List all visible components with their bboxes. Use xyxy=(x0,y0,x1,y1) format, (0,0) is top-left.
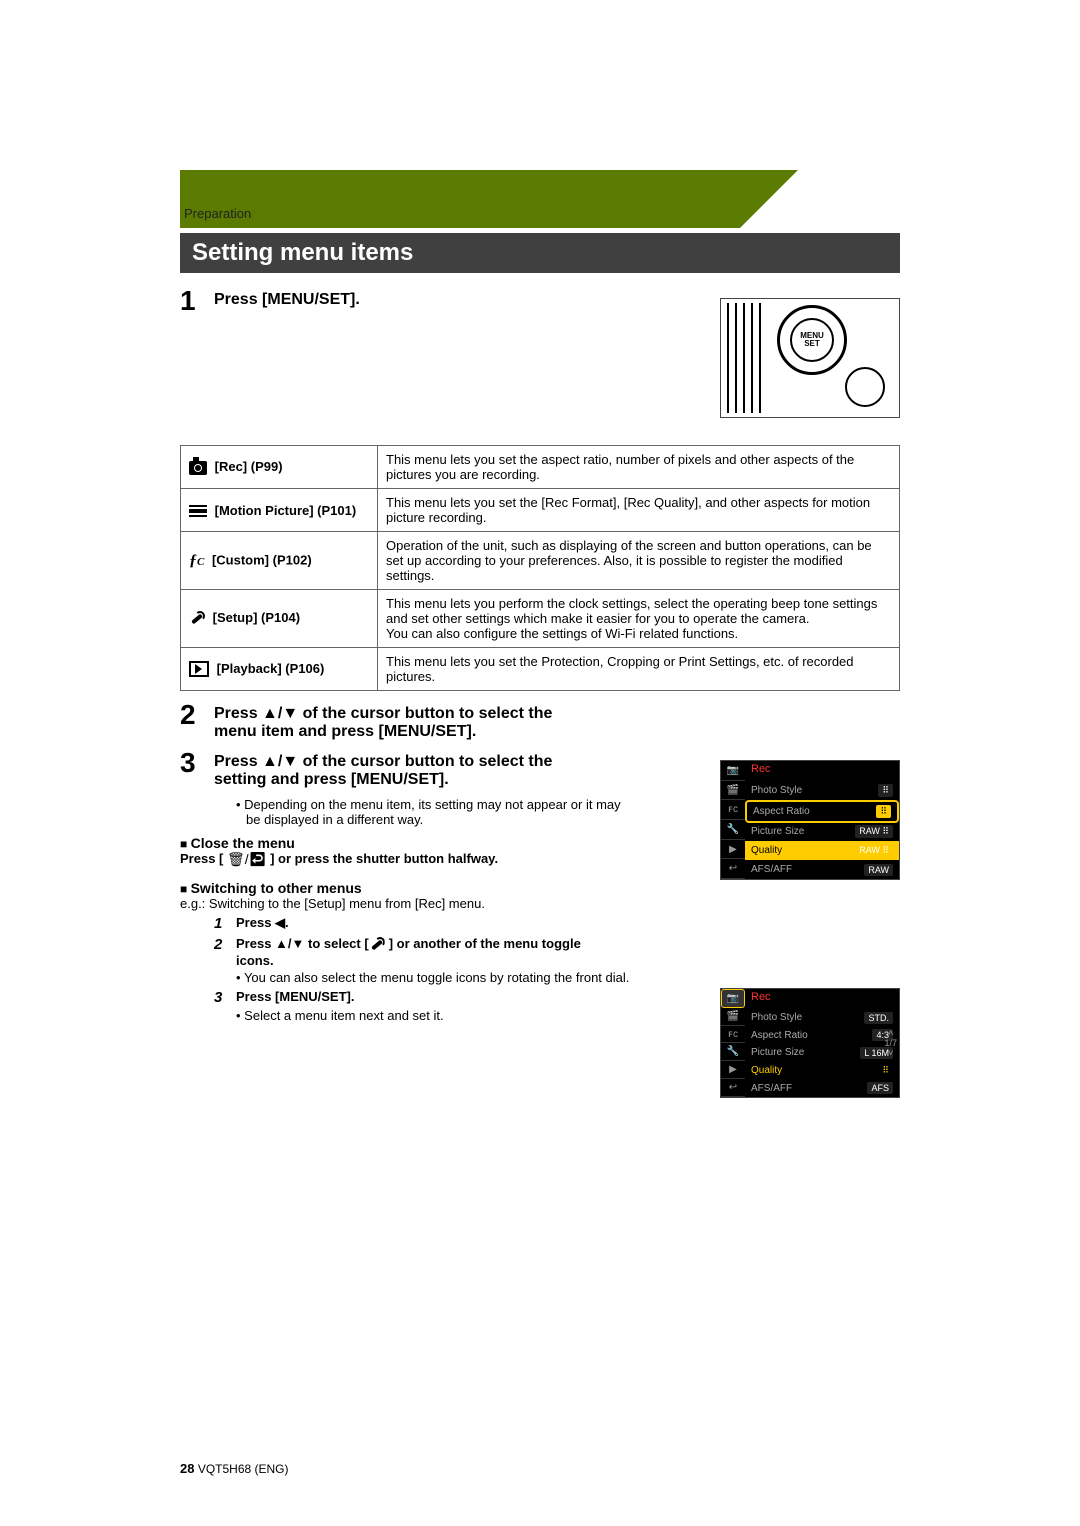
menu-desc: This menu lets you set the aspect ratio,… xyxy=(378,446,900,489)
page-indicator: 1/7 xyxy=(884,1038,897,1048)
lcd-pager: ˄ 1/7 ˅ xyxy=(884,1028,897,1058)
lcd-tab-strip: 📷 🎬 ꜰᴄ 🔧 ▶ ↩ xyxy=(721,761,745,879)
step-text: Press ▲/▼ of the cursor button to select… xyxy=(214,749,560,789)
lcd-row-highlighted: Quality⠿ xyxy=(745,1062,899,1080)
section-label: Preparation xyxy=(180,206,900,221)
sub-step-text: Press ◀. xyxy=(236,915,289,930)
lcd-row: Aspect Ratio4:3 xyxy=(745,1027,899,1045)
lcd-body: Rec Photo Style⠿ Aspect Ratio⠿ Picture S… xyxy=(745,761,899,879)
menu-name: [Custom] (P102) xyxy=(212,552,312,567)
sub-step-number: 1 xyxy=(214,915,236,932)
table-row: [Setup] (P104) This menu lets you perfor… xyxy=(181,590,900,648)
step-number: 2 xyxy=(180,701,214,729)
tab-icon: 📷 xyxy=(721,761,745,781)
lcd-body: Rec Photo StyleSTD. Aspect Ratio4:3 Pict… xyxy=(745,989,899,1097)
lcd-screenshot-rec-menu: 📷 🎬 ꜰᴄ 🔧 ▶ ↩ Rec Photo StyleSTD. Aspect … xyxy=(720,988,900,1098)
tab-icon: ↩ xyxy=(721,1079,745,1097)
tab-icon: 🔧 xyxy=(721,820,745,840)
menu-desc: This menu lets you set the Protection, C… xyxy=(378,648,900,691)
lcd-title: Rec xyxy=(745,989,899,1009)
sub-step-text: Press [MENU/SET]. xyxy=(236,989,354,1004)
page-up-icon: ˄ xyxy=(884,1028,897,1038)
page-number: 28 xyxy=(180,1461,194,1476)
lcd-row-selected: QualityRAW ⠿ xyxy=(745,841,899,860)
table-row: [Playback] (P106) This menu lets you set… xyxy=(181,648,900,691)
sub-step-2: 2 Press ▲/▼ to select [] or another of t… xyxy=(214,936,614,968)
tab-icon: ꜰᴄ xyxy=(721,800,745,820)
lcd-row: Aspect Ratio⠿ xyxy=(745,800,899,823)
page-footer: 28 VQT5H68 (ENG) xyxy=(180,1461,289,1476)
menu-name: [Rec] (P99) xyxy=(215,459,283,474)
table-row: ƒC [Custom] (P102) Operation of the unit… xyxy=(181,532,900,590)
lcd-row: Picture SizeL 16M xyxy=(745,1044,899,1062)
close-menu-text-a: Press [ xyxy=(180,851,223,866)
sub-step-number: 3 xyxy=(214,989,236,1006)
note-text: Depending on the menu item, its setting … xyxy=(244,797,620,827)
tab-icon: 🔧 xyxy=(721,1043,745,1061)
step-3: 3 Press ▲/▼ of the cursor button to sele… xyxy=(180,749,560,789)
tab-icon: 🎬 xyxy=(721,1008,745,1026)
movie-icon xyxy=(189,505,207,517)
menu-set-button-illustration: MENU SET xyxy=(777,305,847,375)
playback-icon xyxy=(189,661,209,677)
camera-icon xyxy=(189,461,207,475)
tab-icon: ꜰᴄ xyxy=(721,1026,745,1044)
tab-icon: ▶ xyxy=(721,840,745,860)
switching-example: e.g.: Switching to the [Setup] menu from… xyxy=(180,896,900,911)
menu-description-table: [Rec] (P99) This menu lets you set the a… xyxy=(180,445,900,691)
step-number: 1 xyxy=(180,287,214,315)
step-text: Press ▲/▼ of the cursor button to select… xyxy=(214,701,560,741)
sub-step-2-note: • You can also select the menu toggle ic… xyxy=(236,970,646,985)
menu-name: [Setup] (P104) xyxy=(213,610,300,625)
camera-back-illustration: MENU SET xyxy=(720,298,900,418)
menu-name: [Motion Picture] (P101) xyxy=(215,503,357,518)
lcd-row: Photo StyleSTD. xyxy=(745,1009,899,1027)
table-row: [Rec] (P99) This menu lets you set the a… xyxy=(181,446,900,489)
lcd-screenshot-quality-menu: 📷 🎬 ꜰᴄ 🔧 ▶ ↩ Rec Photo Style⠿ Aspect Rat… xyxy=(720,760,900,880)
tab-icon-selected: 📷 xyxy=(721,989,745,1008)
trash-return-icon: 🗑/↩ xyxy=(227,851,266,868)
wrench-icon xyxy=(189,611,205,627)
step-number: 3 xyxy=(180,749,214,777)
menu-set-label: MENU SET xyxy=(790,318,834,362)
dial-illustration xyxy=(845,367,885,407)
menu-desc: Operation of the unit, such as displayin… xyxy=(378,532,900,590)
lcd-tab-strip: 📷 🎬 ꜰᴄ 🔧 ▶ ↩ xyxy=(721,989,745,1097)
page-title: Setting menu items xyxy=(180,233,900,273)
sub-step-text: Press ▲/▼ to select [] or another of the… xyxy=(236,936,614,968)
lcd-row: Picture SizeRAW ⠿ xyxy=(745,823,899,842)
menu-desc: This menu lets you set the [Rec Format],… xyxy=(378,489,900,532)
doc-code: VQT5H68 (ENG) xyxy=(198,1462,289,1476)
tab-icon: 🎬 xyxy=(721,781,745,801)
lcd-row: AFS/AFFAFS xyxy=(745,1079,899,1097)
step-2: 2 Press ▲/▼ of the cursor button to sele… xyxy=(180,701,560,741)
lcd-row: Photo Style⠿ xyxy=(745,781,899,800)
close-menu-text-b: ] or press the shutter button halfway. xyxy=(270,851,498,866)
tab-icon: ↩ xyxy=(721,859,745,879)
menu-name: [Playback] (P106) xyxy=(217,661,325,676)
wrench-icon xyxy=(369,937,385,953)
sub-step-number: 2 xyxy=(214,936,236,953)
switching-heading: Switching to other menus xyxy=(180,880,900,896)
tab-icon: ▶ xyxy=(721,1061,745,1079)
grip-lines xyxy=(725,303,769,413)
lcd-row: AFS/AFFRAW xyxy=(745,860,899,879)
page-down-icon: ˅ xyxy=(884,1048,897,1058)
step-3-note: • Depending on the menu item, its settin… xyxy=(236,797,626,827)
table-row: [Motion Picture] (P101) This menu lets y… xyxy=(181,489,900,532)
menu-desc: This menu lets you perform the clock set… xyxy=(378,590,900,648)
sub-step-1: 1 Press ◀. xyxy=(214,915,900,932)
custom-icon: ƒC xyxy=(189,552,204,570)
lcd-title: Rec xyxy=(745,761,899,781)
manual-page: Preparation Setting menu items 1 Press [… xyxy=(0,0,1080,1526)
